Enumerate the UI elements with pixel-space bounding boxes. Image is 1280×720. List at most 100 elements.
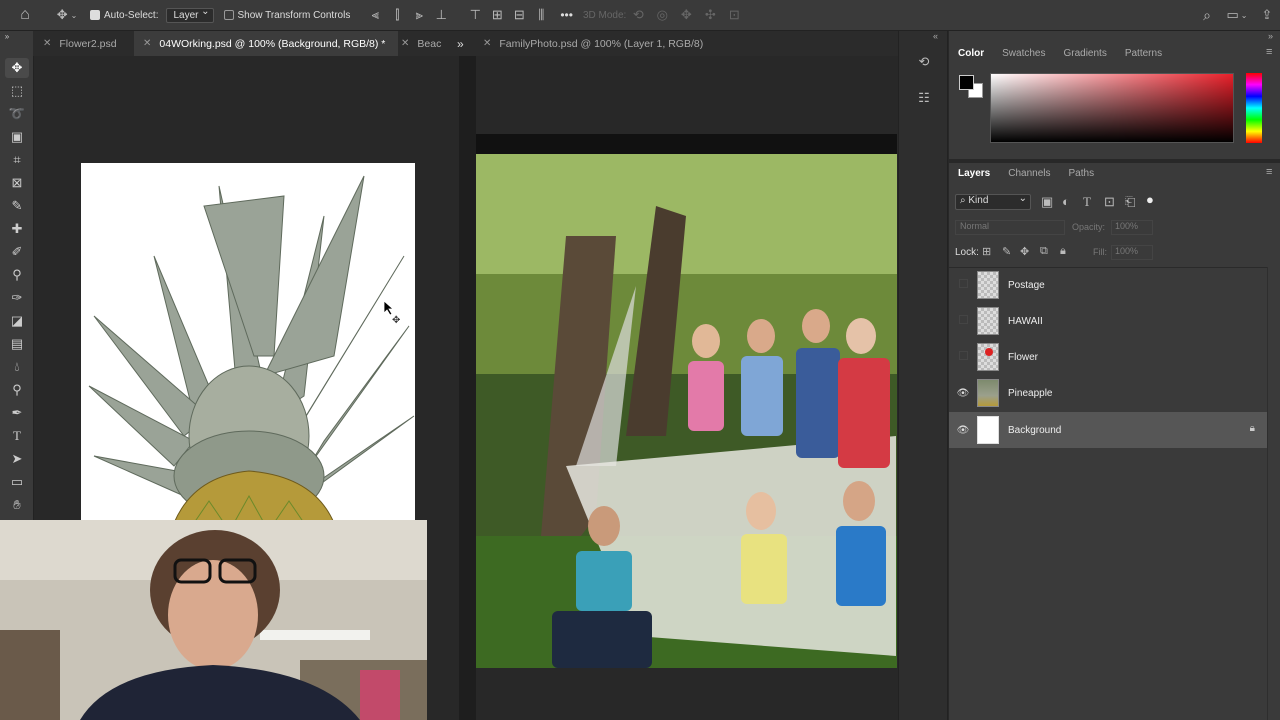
filter-shape-icon[interactable]: ⊡ xyxy=(1104,194,1115,210)
lock-all-icon[interactable]: 🔒︎ xyxy=(1060,245,1066,258)
tab-layers[interactable]: Layers xyxy=(949,168,999,179)
tab-gradients[interactable]: Gradients xyxy=(1054,48,1115,59)
filter-type-icon[interactable]: T xyxy=(1083,194,1091,210)
hand-tool-icon[interactable]: ✋︎ xyxy=(5,495,29,515)
close-icon[interactable]: ✕ xyxy=(483,38,491,49)
eye-icon[interactable]: 👁︎ xyxy=(949,425,977,436)
foreground-color-swatch[interactable] xyxy=(959,75,974,90)
align-right-icon[interactable]: ⫸ xyxy=(408,0,430,31)
eyedropper-tool-icon[interactable]: ✎ xyxy=(5,196,29,216)
type-tool-icon[interactable]: T xyxy=(5,426,29,446)
gradient-tool-icon[interactable]: ▤ xyxy=(5,334,29,354)
share-icon[interactable]: ⇪ xyxy=(1254,0,1280,31)
crop-tool-icon[interactable]: ⌗ xyxy=(5,150,29,170)
align-left-icon[interactable]: ⫷ xyxy=(364,0,386,31)
color-panel-body xyxy=(949,65,1280,157)
auto-select-checkbox[interactable]: Auto-Select: xyxy=(90,0,158,31)
align-vertical-bottom-icon[interactable]: ⊟ xyxy=(508,0,530,31)
lock-label: Lock: xyxy=(955,247,979,258)
fill-field[interactable]: 100% xyxy=(1111,245,1153,260)
tab-flower2[interactable]: ✕ Flower2.psd xyxy=(33,31,140,56)
visibility-toggle[interactable] xyxy=(949,315,977,327)
close-icon[interactable]: ✕ xyxy=(401,38,409,49)
blend-mode-dropdown[interactable]: Normal xyxy=(955,220,1065,235)
lock-icon[interactable]: 🔒︎ xyxy=(1250,423,1255,434)
tab-channels[interactable]: Channels xyxy=(999,168,1059,179)
close-icon[interactable]: ✕ xyxy=(43,38,51,49)
close-icon[interactable]: ✕ xyxy=(143,38,151,49)
panel-menu-icon[interactable]: ≡ xyxy=(1266,46,1272,58)
filter-toggle-icon[interactable]: ● xyxy=(1146,192,1154,207)
history-brush-icon[interactable]: ✑ xyxy=(5,288,29,308)
tab-color[interactable]: Color xyxy=(949,48,993,59)
path-selection-icon[interactable]: ➤ xyxy=(5,449,29,469)
brush-tool-icon[interactable]: ✐ xyxy=(5,242,29,262)
workspace-icon[interactable]: ▭ ⌄ xyxy=(1220,0,1254,31)
tab-patterns[interactable]: Patterns xyxy=(1116,48,1171,59)
healing-brush-icon[interactable]: ✚ xyxy=(5,219,29,239)
tab-overflow-icon[interactable]: » xyxy=(457,31,473,56)
marquee-tool-icon[interactable]: ⬚ xyxy=(5,81,29,101)
align-center-icon[interactable]: ⫿ xyxy=(386,0,408,31)
auto-select-dropdown[interactable]: Layer xyxy=(166,6,214,23)
lock-position-icon[interactable]: ✥ xyxy=(1020,245,1029,258)
blur-tool-icon[interactable]: 💧︎ xyxy=(5,357,29,377)
hue-slider[interactable] xyxy=(1246,73,1262,143)
tab-04working[interactable]: ✕ 04WOrking.psd @ 100% (Background, RGB/8… xyxy=(134,31,398,56)
document-tabs: ✕ Flower2.psd ✕ 04WOrking.psd @ 100% (Back… xyxy=(33,31,898,56)
expand-panels-icon[interactable]: » xyxy=(1268,31,1273,41)
show-transform-checkbox[interactable]: Show Transform Controls xyxy=(223,0,350,31)
document-split-divider[interactable] xyxy=(459,56,476,720)
filter-pixel-icon[interactable]: ▣ xyxy=(1041,194,1053,210)
visibility-toggle[interactable] xyxy=(949,279,977,291)
rectangle-tool-icon[interactable]: ▭ xyxy=(5,472,29,492)
dodge-tool-icon[interactable]: ⚲ xyxy=(5,380,29,400)
color-picker-field[interactable] xyxy=(990,73,1234,143)
libraries-panel-icon[interactable]: ☷ xyxy=(913,87,935,109)
lock-pixels-icon[interactable]: ✎ xyxy=(1002,245,1011,258)
frame-tool-icon[interactable]: ⊠ xyxy=(5,173,29,193)
layer-row-hawaii[interactable]: HAWAII xyxy=(949,303,1267,339)
lock-transparent-icon[interactable]: ⊞ xyxy=(982,245,991,258)
move-tool-icon[interactable]: ✥ xyxy=(5,58,29,78)
collapse-icon[interactable]: » xyxy=(2,31,12,41)
layer-row-background[interactable]: 👁︎ Background 🔒︎ xyxy=(949,412,1267,448)
align-middle-icon[interactable]: ⊞ xyxy=(486,0,508,31)
layers-scrollbar[interactable] xyxy=(1267,267,1280,720)
lasso-tool-icon[interactable]: ➰ xyxy=(5,104,29,124)
history-panel-icon[interactable]: ⟲ xyxy=(913,51,935,73)
visibility-toggle[interactable] xyxy=(949,351,977,363)
collapse-panels-icon[interactable]: « xyxy=(933,31,938,41)
distribute-icon[interactable]: ⫼ xyxy=(530,0,552,31)
more-options-button[interactable]: ••• xyxy=(560,0,573,31)
eye-icon[interactable]: 👁︎ xyxy=(949,388,977,399)
home-icon[interactable]: ⌂ xyxy=(0,0,50,31)
layer-thumbnail xyxy=(977,416,999,444)
tab-paths[interactable]: Paths xyxy=(1060,168,1104,179)
search-icon[interactable]: ⌕ xyxy=(1194,0,1220,31)
filter-adjustment-icon[interactable]: ◐ xyxy=(1062,194,1070,209)
layer-name: HAWAII xyxy=(1008,315,1043,327)
tab-familyphoto[interactable]: ✕ FamilyPhoto.psd @ 100% (Layer 1, RGB/8) xyxy=(476,31,898,56)
tab-beach[interactable]: ✕ Beac xyxy=(398,31,458,56)
layer-row-pineapple[interactable]: 👁︎ Pineapple xyxy=(949,375,1267,411)
align-top-icon[interactable]: ⊤ xyxy=(464,0,486,31)
document-canvas-familyphoto[interactable] xyxy=(476,56,897,720)
layer-thumbnail xyxy=(977,379,999,407)
panel-menu-icon[interactable]: ≡ xyxy=(1266,166,1272,178)
layer-filter-dropdown[interactable]: ⌕ Kind ⌄ xyxy=(955,193,1031,210)
clone-stamp-icon[interactable]: ⚲ xyxy=(5,265,29,285)
filter-smart-object-icon[interactable]: ⎗ xyxy=(1125,194,1135,210)
opacity-field[interactable]: 100% xyxy=(1111,220,1153,235)
checkbox-checked-icon xyxy=(90,10,100,20)
move-tool-preset-icon[interactable]: ✥ ⌄ xyxy=(50,0,84,31)
lock-artboard-icon[interactable]: ⧉ xyxy=(1040,245,1048,258)
layer-row-flower[interactable]: Flower xyxy=(949,339,1267,375)
eraser-tool-icon[interactable]: ◪ xyxy=(5,311,29,331)
align-bottom-icon[interactable]: ⊥ xyxy=(430,0,452,31)
pen-tool-icon[interactable]: ✒ xyxy=(5,403,29,423)
object-selection-tool-icon[interactable]: ▣ xyxy=(5,127,29,147)
layer-name: Background xyxy=(1008,424,1062,436)
tab-swatches[interactable]: Swatches xyxy=(993,48,1054,59)
layer-row-postage[interactable]: Postage xyxy=(949,267,1267,303)
